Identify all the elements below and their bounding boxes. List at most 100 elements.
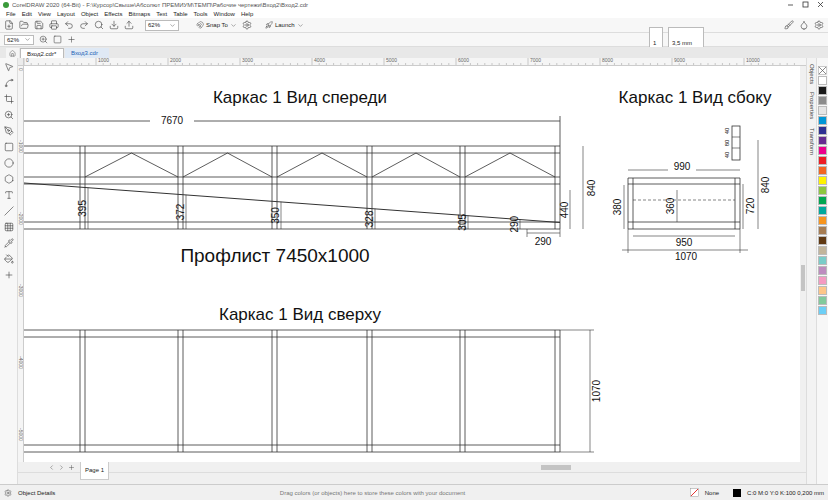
color-swatch[interactable] xyxy=(818,76,827,85)
no-color-icon[interactable] xyxy=(818,66,827,75)
redo-icon[interactable] xyxy=(79,20,89,30)
document-tab[interactable]: Вход3.cdr xyxy=(65,48,109,58)
ruler-label: -2000 xyxy=(18,212,23,225)
pick-tool-icon[interactable] xyxy=(4,62,14,72)
menu-item[interactable]: View xyxy=(35,11,54,17)
color-swatch[interactable] xyxy=(818,126,827,135)
line xyxy=(732,137,740,138)
save-icon[interactable] xyxy=(34,20,44,30)
menu-item[interactable]: Bitmaps xyxy=(126,11,154,17)
color-swatch[interactable] xyxy=(818,206,827,215)
settings-icon[interactable] xyxy=(814,20,824,30)
docker-tab[interactable]: Properties xyxy=(809,92,815,119)
home-icon[interactable] xyxy=(9,50,16,57)
dropdown-icon[interactable] xyxy=(297,22,304,29)
color-swatch[interactable] xyxy=(818,296,827,305)
import-icon[interactable] xyxy=(109,20,119,30)
add-icon[interactable] xyxy=(67,35,76,44)
docker-tab[interactable]: Objects xyxy=(809,64,815,84)
options-icon[interactable] xyxy=(242,20,252,30)
menu-item[interactable]: Window xyxy=(211,11,238,17)
object-details[interactable]: Object Details xyxy=(18,490,55,496)
color-swatch[interactable] xyxy=(818,226,827,235)
menu-item[interactable]: Layout xyxy=(54,11,78,17)
rail-line xyxy=(24,337,560,338)
new-icon[interactable] xyxy=(4,20,14,30)
menu-item[interactable]: Tools xyxy=(191,11,211,17)
horizontal-scroll-thumb[interactable] xyxy=(541,465,571,470)
menu-item[interactable]: Object xyxy=(78,11,101,17)
pattern-tool-icon[interactable] xyxy=(4,222,14,232)
close-icon[interactable] xyxy=(817,1,824,8)
menu-item[interactable]: Text xyxy=(153,11,170,17)
color-swatch[interactable] xyxy=(818,236,827,245)
add-tool-icon[interactable] xyxy=(4,270,14,280)
color-swatch[interactable] xyxy=(818,186,827,195)
launch-button[interactable]: Launch xyxy=(265,21,304,29)
color-swatch[interactable] xyxy=(818,266,827,275)
crop-tool-icon[interactable] xyxy=(4,94,14,104)
dropdown-icon[interactable] xyxy=(169,22,176,29)
post xyxy=(367,330,372,452)
snap-button[interactable]: Snap To xyxy=(196,21,237,29)
search-icon[interactable] xyxy=(94,20,104,30)
minimize-icon[interactable] xyxy=(787,1,794,8)
ruler-label: 9000 xyxy=(674,58,685,63)
color-swatch[interactable] xyxy=(818,146,827,155)
maximize-icon[interactable] xyxy=(802,1,809,8)
zoom-tool-icon[interactable] xyxy=(4,110,14,120)
color-swatch[interactable] xyxy=(818,116,827,125)
droplet-icon[interactable] xyxy=(799,20,809,30)
document-tab[interactable]: Вход2.cdr* xyxy=(20,48,64,58)
canvas[interactable]: Каркас 1 Вид спереди76703953723503283052… xyxy=(24,66,800,462)
color-swatch[interactable] xyxy=(818,86,827,95)
color-swatch[interactable] xyxy=(818,276,827,285)
dropdown-icon[interactable] xyxy=(24,36,31,43)
undo-icon[interactable] xyxy=(64,20,74,30)
print-icon[interactable] xyxy=(49,20,59,30)
snap-icon[interactable] xyxy=(196,21,204,29)
text-tool-icon[interactable] xyxy=(4,190,14,200)
polygon-tool-icon[interactable] xyxy=(4,174,14,184)
zoom-select[interactable]: 62% xyxy=(145,20,179,31)
menu-item[interactable]: Help xyxy=(238,11,256,17)
open-icon[interactable] xyxy=(19,20,29,30)
color-swatch[interactable] xyxy=(818,256,827,265)
shape-tool-icon[interactable] xyxy=(4,78,14,88)
zoom-in-icon[interactable] xyxy=(39,35,48,44)
zoom-select[interactable]: 62% xyxy=(4,35,34,45)
menu-item[interactable]: Effects xyxy=(101,11,125,17)
home-tab[interactable] xyxy=(6,48,19,58)
menu-item[interactable]: File xyxy=(3,11,19,17)
color-swatch[interactable] xyxy=(818,176,827,185)
dimension-tool-icon[interactable] xyxy=(4,206,14,216)
docker-tab[interactable]: Transform xyxy=(809,128,815,155)
color-swatch[interactable] xyxy=(818,106,827,115)
color-swatch[interactable] xyxy=(818,196,827,205)
color-swatch[interactable] xyxy=(818,216,827,225)
eyedropper-tool-icon[interactable] xyxy=(4,238,14,248)
previous-page-icon[interactable] xyxy=(48,464,55,471)
page-icon[interactable] xyxy=(53,35,62,44)
scroll-thumb[interactable] xyxy=(801,265,805,291)
color-swatch[interactable] xyxy=(818,156,827,165)
color-swatch[interactable] xyxy=(818,166,827,175)
color-swatch[interactable] xyxy=(818,306,827,315)
pen-tool-icon[interactable] xyxy=(4,126,14,136)
color-swatch[interactable] xyxy=(818,286,827,295)
menu-item[interactable]: Edit xyxy=(19,11,35,17)
color-swatch[interactable] xyxy=(818,96,827,105)
ellipse-tool-icon[interactable] xyxy=(4,158,14,168)
next-page-icon[interactable] xyxy=(58,464,65,471)
rectangle-tool-icon[interactable] xyxy=(4,142,14,152)
fill-tool-icon[interactable] xyxy=(4,254,14,264)
launch-icon[interactable] xyxy=(265,21,273,29)
brush-icon[interactable] xyxy=(784,20,794,30)
color-swatch[interactable] xyxy=(818,246,827,255)
color-swatch[interactable] xyxy=(818,136,827,145)
export-icon[interactable] xyxy=(124,20,134,30)
dropdown-icon[interactable] xyxy=(230,22,237,29)
add-page-icon[interactable] xyxy=(68,464,75,471)
object-details-icon[interactable] xyxy=(4,489,12,497)
menu-item[interactable]: Table xyxy=(170,11,190,17)
